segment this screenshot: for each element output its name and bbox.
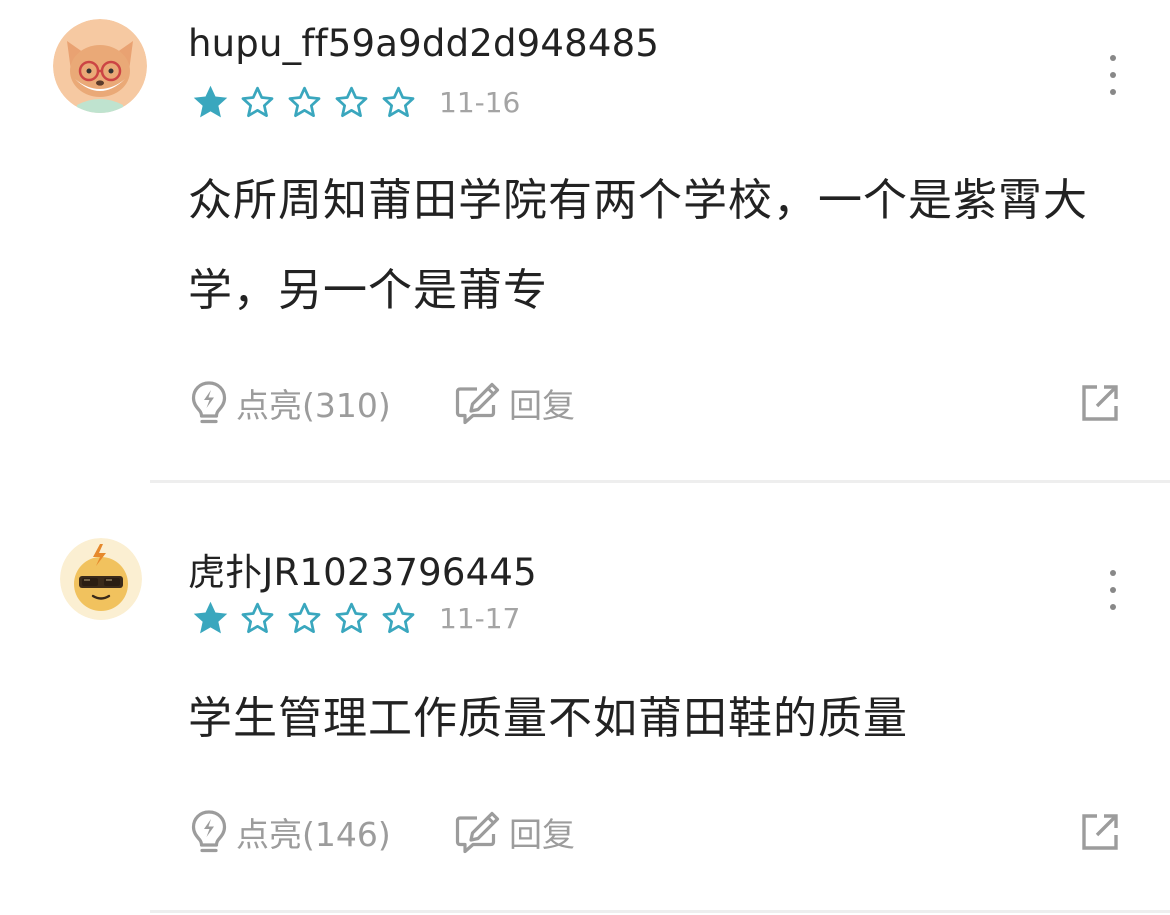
reply-label: 回复 [509,386,575,425]
star-outline-icon [288,602,321,634]
star-outline-icon [288,86,321,118]
lightbulb-icon [191,810,227,853]
lightbulb-icon [191,381,227,424]
star-filled-icon [193,85,228,118]
rating-row: 11-16 [190,82,520,123]
reply-button[interactable]: 回复 [455,378,575,428]
comment-date: 11-17 [439,602,521,635]
share-external-icon [1082,385,1118,421]
comment-item: hupu_ff59a9dd2d948485 11-16 众所周知莆田学院有两个学… [0,0,1170,484]
light-button[interactable]: 点亮(146) [190,807,391,857]
reply-label: 回复 [509,815,575,854]
share-button[interactable] [1080,807,1120,857]
star-outline-icon [335,86,368,118]
sunglasses-bolt-avatar-icon [60,538,142,620]
star-filled-icon [193,601,228,634]
star-outline-icon [241,86,274,118]
comment-actions: 点亮(310) 回复 [190,378,1120,428]
edit-reply-icon [455,811,500,854]
fox-with-glasses-avatar-icon [53,19,147,113]
star-outline-icon [382,602,415,634]
comment-actions: 点亮(146) 回复 [190,807,1120,857]
light-count-label: 点亮(310) [236,386,391,425]
comment-text: 学生管理工作质量不如莆田鞋的质量 [188,693,908,744]
more-vertical-icon[interactable] [1098,570,1128,610]
comment-item: 虎扑JR1023796445 11-17 学生管理工作质量不如莆田鞋的质量 点亮… [0,484,1170,915]
avatar[interactable] [53,19,147,113]
avatar[interactable] [60,538,142,620]
star-rating [190,598,419,639]
comment-text: 众所周知莆田学院有两个学校，一个是紫霄大学，另一个是莆专 [188,175,1088,316]
divider [150,910,1170,913]
share-button[interactable] [1080,378,1120,428]
comment-date: 11-16 [439,86,521,119]
edit-reply-icon [455,382,500,425]
username[interactable]: 虎扑JR1023796445 [188,542,537,596]
star-outline-icon [382,86,415,118]
star-rating [190,82,419,123]
share-external-icon [1082,814,1118,850]
more-vertical-icon[interactable] [1098,55,1128,95]
light-count-label: 点亮(146) [236,815,391,854]
username[interactable]: hupu_ff59a9dd2d948485 [188,22,659,65]
light-button[interactable]: 点亮(310) [190,378,391,428]
star-outline-icon [241,602,274,634]
divider [150,480,1170,483]
star-outline-icon [335,602,368,634]
rating-row: 11-17 [190,598,520,639]
reply-button[interactable]: 回复 [455,807,575,857]
